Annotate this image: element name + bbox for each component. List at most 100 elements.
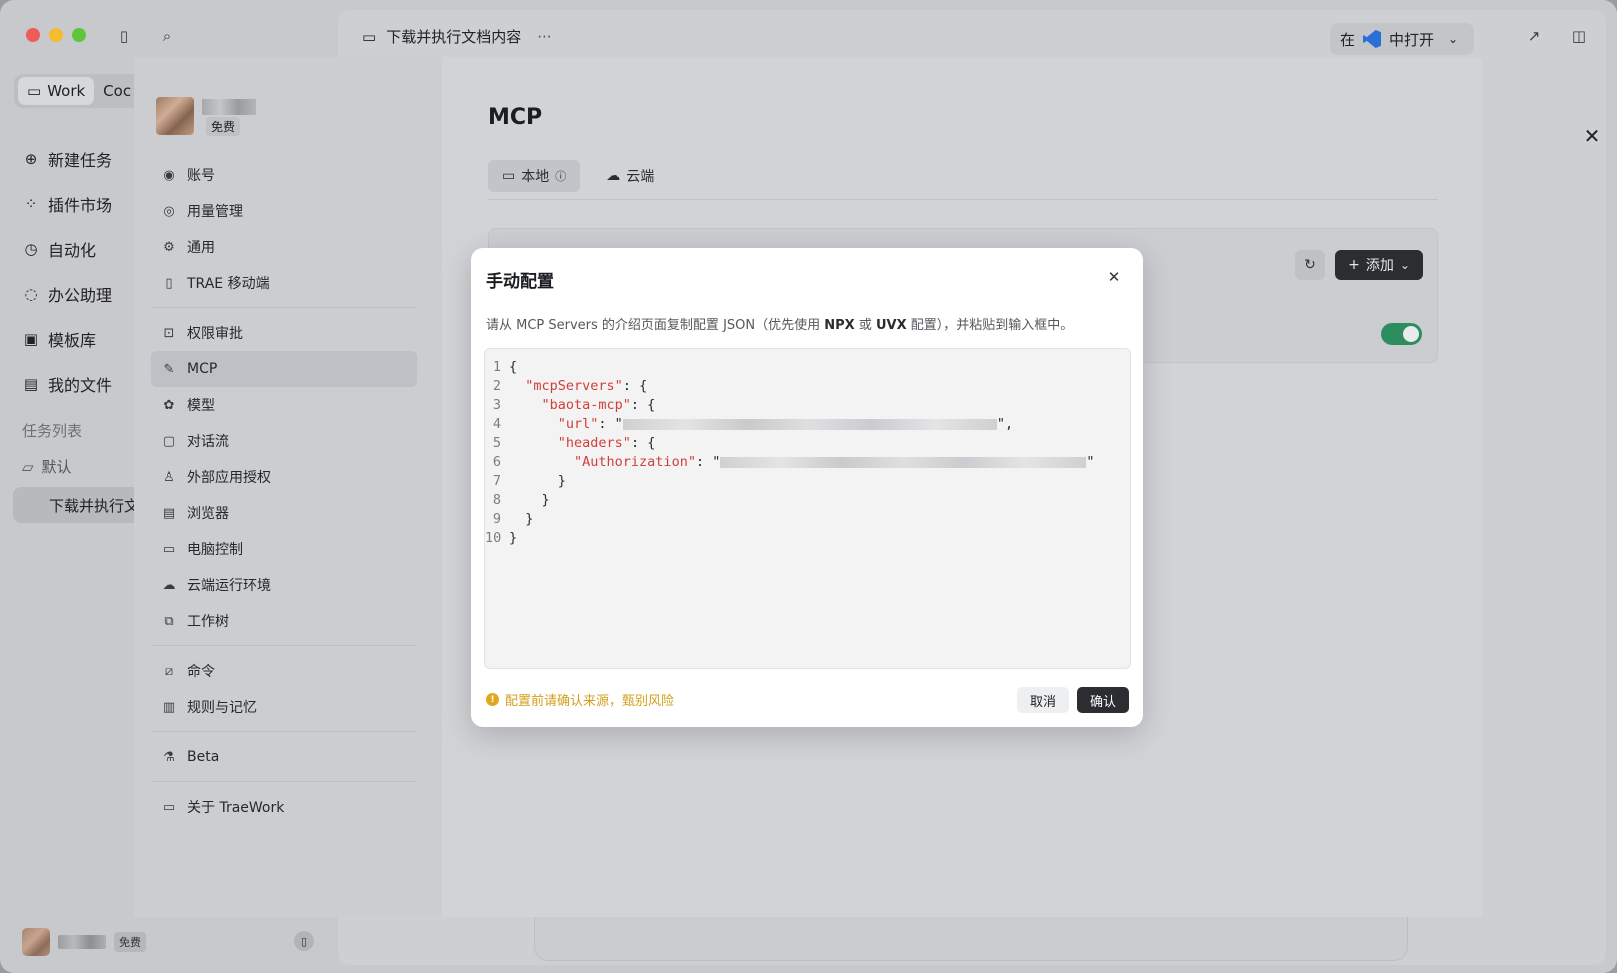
- plan-badge: 免费: [114, 932, 146, 952]
- window-controls: [26, 28, 86, 42]
- cancel-button[interactable]: 取消: [1017, 687, 1069, 713]
- flask-icon: ⚗: [163, 749, 175, 765]
- vscode-icon: [1363, 30, 1382, 48]
- app-window: ▯ ⌕ ▭ Work Coc ⊕ 新建任务 ⁘ 插件市场 ◷ 自动化 ◌ 办公助理 ▣ 模板…: [0, 0, 1617, 973]
- book-icon: ▭: [27, 82, 42, 100]
- divider: [151, 307, 417, 308]
- divider: [151, 645, 417, 646]
- refresh-button[interactable]: ↻: [1295, 250, 1325, 280]
- usage-icon: ◎: [163, 203, 175, 219]
- nav-office-assistant[interactable]: ◌ 办公助理: [22, 271, 112, 316]
- settings-item-rules-memory[interactable]: ▥ 规则与记忆: [151, 689, 417, 725]
- settings-menu: ◉ 账号 ◎ 用量管理 ⚙ 通用 ▯ TRAE 移动端 ⊡ 权限审批 ✎ MCP ✿ 模型 ▢…: [151, 157, 417, 825]
- command-icon: ⧄: [164, 663, 174, 679]
- settings-item-account[interactable]: ◉ 账号: [151, 157, 417, 193]
- redacted-url: [622, 418, 997, 430]
- tab-work[interactable]: ▭ Work: [18, 77, 95, 105]
- add-mcp-button[interactable]: + 添加 ⌄: [1335, 250, 1423, 280]
- chat-flow-icon: ▢: [162, 433, 176, 449]
- user-auth-icon: ♙: [163, 469, 175, 485]
- divider: [151, 781, 417, 782]
- settings-item-browser[interactable]: ▤ 浏览器: [151, 495, 417, 531]
- username-blurred: [202, 99, 256, 115]
- settings-item-command[interactable]: ⧄ 命令: [151, 653, 417, 689]
- chat-header: ▭ 下载并执行文档内容 ···: [362, 26, 552, 47]
- chat-input-bar: [534, 917, 1408, 961]
- settings-item-beta[interactable]: ⚗ Beta: [151, 739, 417, 775]
- settings-item-external-auth[interactable]: ♙ 外部应用授权: [151, 459, 417, 495]
- settings-item-mobile[interactable]: ▯ TRAE 移动端: [151, 265, 417, 301]
- model-icon: ✿: [163, 397, 175, 413]
- user-profile-bottom[interactable]: 免费: [22, 928, 146, 956]
- mcp-server-toggle[interactable]: [1381, 323, 1422, 345]
- modal-title: 手动配置: [486, 272, 554, 292]
- close-window-button[interactable]: [26, 28, 40, 42]
- wrench-icon: ✎: [163, 361, 175, 377]
- page-title: 下载并执行文档内容: [386, 28, 522, 46]
- settings-item-about[interactable]: ▭ 关于 TraeWork: [151, 789, 417, 825]
- nav-my-files[interactable]: ▤ 我的文件: [22, 361, 112, 406]
- more-options-button[interactable]: ···: [537, 28, 551, 46]
- folder-icon: ▱: [22, 457, 34, 476]
- sidebar-toggle-icon[interactable]: ▯: [114, 26, 134, 46]
- settings-item-cloud-env[interactable]: ☁ 云端运行环境: [151, 567, 417, 603]
- book-icon: ▥: [162, 699, 176, 715]
- json-editor[interactable]: 1{ 2 "mcpServers": { 3 "baota-mcp": { 4 …: [484, 348, 1131, 669]
- close-icon[interactable]: ✕: [1105, 268, 1123, 286]
- info-card-icon: ▭: [162, 799, 176, 815]
- cloud-icon: ☁: [606, 168, 621, 184]
- settings-item-general[interactable]: ⚙ 通用: [151, 229, 417, 265]
- search-icon[interactable]: ⌕: [157, 26, 177, 46]
- settings-item-mcp[interactable]: ✎ MCP: [151, 351, 417, 387]
- task-list-title: 任务列表: [22, 422, 83, 440]
- settings-item-model[interactable]: ✿ 模型: [151, 387, 417, 423]
- settings-sidebar: 免费 ◉ 账号 ◎ 用量管理 ⚙ 通用 ▯ TRAE 移动端 ⊡ 权限审批 ✎ MCP ✿ 模…: [134, 57, 442, 917]
- settings-item-chat-flow[interactable]: ▢ 对话流: [151, 423, 417, 459]
- divider: [488, 199, 1438, 200]
- phone-icon: ▯: [165, 275, 173, 291]
- folder-default[interactable]: ▱ 默认: [22, 456, 72, 477]
- zoom-window-button[interactable]: [72, 28, 86, 42]
- settings-item-worktree[interactable]: ⧉ 工作树: [151, 603, 417, 639]
- settings-item-permissions[interactable]: ⊡ 权限审批: [151, 315, 417, 351]
- settings-item-computer-control[interactable]: ▭ 电脑控制: [151, 531, 417, 567]
- username-blurred: [58, 935, 106, 949]
- nav-automation[interactable]: ◷ 自动化: [22, 226, 112, 271]
- plus-icon: +: [1348, 257, 1360, 273]
- risk-warning: ! 配置前请确认来源，甄别风险: [486, 690, 674, 709]
- gear-icon: ⚙: [163, 239, 175, 255]
- minimize-window-button[interactable]: [49, 28, 63, 42]
- monitor-icon: ▭: [362, 27, 377, 46]
- browser-icon: ▤: [162, 505, 176, 521]
- tab-cloud[interactable]: ☁ 云端: [592, 160, 668, 192]
- tab-local[interactable]: ▭ 本地 ⓘ: [488, 160, 581, 192]
- cloud-icon: ☁: [162, 577, 176, 593]
- clock-icon: ◷: [24, 239, 38, 258]
- user-circle-icon: ◉: [163, 167, 175, 183]
- files-icon: ▤: [23, 374, 39, 393]
- avatar: [156, 97, 194, 135]
- nav-templates[interactable]: ▣ 模板库: [22, 316, 112, 361]
- settings-item-usage[interactable]: ◎ 用量管理: [151, 193, 417, 229]
- mcp-page-title: MCP: [488, 105, 543, 130]
- worktree-icon: ⧉: [164, 613, 174, 629]
- lock-icon: ⊡: [163, 325, 175, 341]
- nav-new-task[interactable]: ⊕ 新建任务: [22, 136, 112, 181]
- plan-badge: 免费: [206, 117, 241, 136]
- close-icon[interactable]: ✕: [1580, 124, 1604, 148]
- manual-config-modal: 手动配置 ✕ 请从 MCP Servers 的介绍页面复制配置 JSON（优先使…: [471, 248, 1143, 727]
- mobile-icon[interactable]: ▯: [294, 931, 314, 951]
- app-nav: ⊕ 新建任务 ⁘ 插件市场 ◷ 自动化 ◌ 办公助理 ▣ 模板库 ▤ 我的文件: [22, 136, 112, 406]
- modal-description: 请从 MCP Servers 的介绍页面复制配置 JSON（优先使用 NPX 或…: [486, 318, 1074, 333]
- open-in-editor-button[interactable]: 在 中打开 ⌄: [1330, 23, 1474, 55]
- panel-toggle-icon[interactable]: ◫: [1569, 26, 1589, 46]
- monitor-icon: ▭: [502, 168, 516, 184]
- info-icon[interactable]: ⓘ: [555, 168, 566, 184]
- confirm-button[interactable]: 确认: [1077, 687, 1129, 713]
- divider: [151, 731, 417, 732]
- share-icon[interactable]: ↗: [1524, 26, 1544, 46]
- plus-circle-icon: ⊕: [24, 149, 38, 168]
- nav-plugin-market[interactable]: ⁘ 插件市场: [22, 181, 112, 226]
- active-task-item[interactable]: 下载并执行文: [13, 487, 143, 523]
- template-icon: ▣: [23, 329, 39, 348]
